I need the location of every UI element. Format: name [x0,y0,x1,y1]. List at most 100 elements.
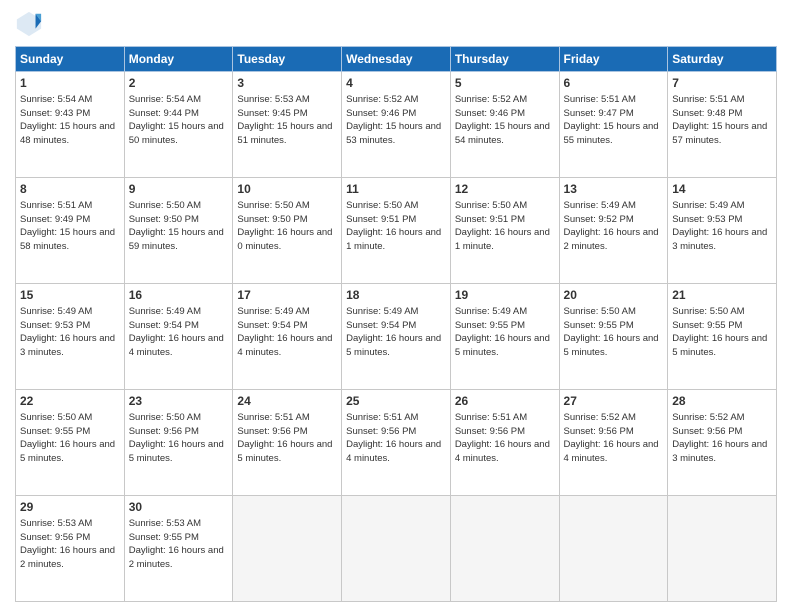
day-detail: Sunrise: 5:50 AM Sunset: 9:55 PM Dayligh… [564,305,664,360]
weekday-header-monday: Monday [124,47,233,72]
calendar-day-cell: 24Sunrise: 5:51 AM Sunset: 9:56 PM Dayli… [233,390,342,496]
calendar-day-cell: 29Sunrise: 5:53 AM Sunset: 9:56 PM Dayli… [16,496,125,602]
calendar-day-cell: 2Sunrise: 5:54 AM Sunset: 9:44 PM Daylig… [124,72,233,178]
day-detail: Sunrise: 5:51 AM Sunset: 9:56 PM Dayligh… [346,411,446,466]
day-detail: Sunrise: 5:54 AM Sunset: 9:43 PM Dayligh… [20,93,120,148]
day-detail: Sunrise: 5:52 AM Sunset: 9:46 PM Dayligh… [455,93,555,148]
day-detail: Sunrise: 5:50 AM Sunset: 9:51 PM Dayligh… [455,199,555,254]
calendar-day-cell: 23Sunrise: 5:50 AM Sunset: 9:56 PM Dayli… [124,390,233,496]
calendar-day-cell [342,496,451,602]
day-number: 1 [20,75,120,92]
calendar-day-cell: 18Sunrise: 5:49 AM Sunset: 9:54 PM Dayli… [342,284,451,390]
calendar-day-cell: 30Sunrise: 5:53 AM Sunset: 9:55 PM Dayli… [124,496,233,602]
day-number: 2 [129,75,229,92]
day-detail: Sunrise: 5:51 AM Sunset: 9:49 PM Dayligh… [20,199,120,254]
day-number: 3 [237,75,337,92]
day-detail: Sunrise: 5:49 AM Sunset: 9:54 PM Dayligh… [346,305,446,360]
calendar-day-cell: 4Sunrise: 5:52 AM Sunset: 9:46 PM Daylig… [342,72,451,178]
calendar-day-cell: 10Sunrise: 5:50 AM Sunset: 9:50 PM Dayli… [233,178,342,284]
calendar-day-cell: 8Sunrise: 5:51 AM Sunset: 9:49 PM Daylig… [16,178,125,284]
day-number: 5 [455,75,555,92]
day-number: 20 [564,287,664,304]
day-number: 18 [346,287,446,304]
calendar-header-row: SundayMondayTuesdayWednesdayThursdayFrid… [16,47,777,72]
day-detail: Sunrise: 5:50 AM Sunset: 9:50 PM Dayligh… [129,199,229,254]
day-number: 10 [237,181,337,198]
day-number: 27 [564,393,664,410]
calendar-table: SundayMondayTuesdayWednesdayThursdayFrid… [15,46,777,602]
day-detail: Sunrise: 5:51 AM Sunset: 9:56 PM Dayligh… [455,411,555,466]
day-detail: Sunrise: 5:51 AM Sunset: 9:47 PM Dayligh… [564,93,664,148]
calendar-day-cell [559,496,668,602]
calendar-day-cell: 11Sunrise: 5:50 AM Sunset: 9:51 PM Dayli… [342,178,451,284]
calendar-day-cell: 13Sunrise: 5:49 AM Sunset: 9:52 PM Dayli… [559,178,668,284]
day-number: 14 [672,181,772,198]
calendar-day-cell: 5Sunrise: 5:52 AM Sunset: 9:46 PM Daylig… [450,72,559,178]
calendar-week-row: 29Sunrise: 5:53 AM Sunset: 9:56 PM Dayli… [16,496,777,602]
day-detail: Sunrise: 5:49 AM Sunset: 9:54 PM Dayligh… [129,305,229,360]
day-number: 25 [346,393,446,410]
day-detail: Sunrise: 5:52 AM Sunset: 9:56 PM Dayligh… [672,411,772,466]
day-number: 21 [672,287,772,304]
logo [15,10,47,38]
day-number: 11 [346,181,446,198]
calendar-day-cell: 27Sunrise: 5:52 AM Sunset: 9:56 PM Dayli… [559,390,668,496]
day-number: 26 [455,393,555,410]
day-detail: Sunrise: 5:53 AM Sunset: 9:55 PM Dayligh… [129,517,229,572]
calendar-week-row: 22Sunrise: 5:50 AM Sunset: 9:55 PM Dayli… [16,390,777,496]
day-number: 4 [346,75,446,92]
weekday-header-sunday: Sunday [16,47,125,72]
day-detail: Sunrise: 5:50 AM Sunset: 9:56 PM Dayligh… [129,411,229,466]
calendar-day-cell [450,496,559,602]
calendar-day-cell: 12Sunrise: 5:50 AM Sunset: 9:51 PM Dayli… [450,178,559,284]
calendar-day-cell: 15Sunrise: 5:49 AM Sunset: 9:53 PM Dayli… [16,284,125,390]
header [15,10,777,38]
calendar-day-cell: 1Sunrise: 5:54 AM Sunset: 9:43 PM Daylig… [16,72,125,178]
day-detail: Sunrise: 5:50 AM Sunset: 9:50 PM Dayligh… [237,199,337,254]
day-detail: Sunrise: 5:50 AM Sunset: 9:51 PM Dayligh… [346,199,446,254]
day-number: 12 [455,181,555,198]
day-detail: Sunrise: 5:49 AM Sunset: 9:52 PM Dayligh… [564,199,664,254]
calendar-week-row: 1Sunrise: 5:54 AM Sunset: 9:43 PM Daylig… [16,72,777,178]
weekday-header-wednesday: Wednesday [342,47,451,72]
day-number: 28 [672,393,772,410]
calendar-day-cell: 28Sunrise: 5:52 AM Sunset: 9:56 PM Dayli… [668,390,777,496]
day-detail: Sunrise: 5:52 AM Sunset: 9:56 PM Dayligh… [564,411,664,466]
day-number: 15 [20,287,120,304]
calendar-day-cell [233,496,342,602]
calendar-day-cell: 20Sunrise: 5:50 AM Sunset: 9:55 PM Dayli… [559,284,668,390]
day-number: 19 [455,287,555,304]
weekday-header-friday: Friday [559,47,668,72]
calendar-day-cell: 16Sunrise: 5:49 AM Sunset: 9:54 PM Dayli… [124,284,233,390]
calendar-day-cell: 9Sunrise: 5:50 AM Sunset: 9:50 PM Daylig… [124,178,233,284]
day-detail: Sunrise: 5:50 AM Sunset: 9:55 PM Dayligh… [672,305,772,360]
calendar-day-cell: 17Sunrise: 5:49 AM Sunset: 9:54 PM Dayli… [233,284,342,390]
day-detail: Sunrise: 5:53 AM Sunset: 9:56 PM Dayligh… [20,517,120,572]
day-detail: Sunrise: 5:49 AM Sunset: 9:55 PM Dayligh… [455,305,555,360]
day-detail: Sunrise: 5:54 AM Sunset: 9:44 PM Dayligh… [129,93,229,148]
day-number: 8 [20,181,120,198]
calendar-week-row: 15Sunrise: 5:49 AM Sunset: 9:53 PM Dayli… [16,284,777,390]
day-detail: Sunrise: 5:49 AM Sunset: 9:54 PM Dayligh… [237,305,337,360]
day-number: 6 [564,75,664,92]
day-number: 29 [20,499,120,516]
calendar-day-cell: 14Sunrise: 5:49 AM Sunset: 9:53 PM Dayli… [668,178,777,284]
day-detail: Sunrise: 5:49 AM Sunset: 9:53 PM Dayligh… [20,305,120,360]
logo-icon [15,10,43,38]
calendar-week-row: 8Sunrise: 5:51 AM Sunset: 9:49 PM Daylig… [16,178,777,284]
day-detail: Sunrise: 5:49 AM Sunset: 9:53 PM Dayligh… [672,199,772,254]
calendar-day-cell [668,496,777,602]
calendar-day-cell: 19Sunrise: 5:49 AM Sunset: 9:55 PM Dayli… [450,284,559,390]
calendar-day-cell: 3Sunrise: 5:53 AM Sunset: 9:45 PM Daylig… [233,72,342,178]
day-number: 23 [129,393,229,410]
calendar-day-cell: 7Sunrise: 5:51 AM Sunset: 9:48 PM Daylig… [668,72,777,178]
weekday-header-thursday: Thursday [450,47,559,72]
weekday-header-tuesday: Tuesday [233,47,342,72]
day-detail: Sunrise: 5:52 AM Sunset: 9:46 PM Dayligh… [346,93,446,148]
day-detail: Sunrise: 5:53 AM Sunset: 9:45 PM Dayligh… [237,93,337,148]
day-number: 30 [129,499,229,516]
day-detail: Sunrise: 5:51 AM Sunset: 9:56 PM Dayligh… [237,411,337,466]
calendar-day-cell: 6Sunrise: 5:51 AM Sunset: 9:47 PM Daylig… [559,72,668,178]
day-detail: Sunrise: 5:51 AM Sunset: 9:48 PM Dayligh… [672,93,772,148]
calendar-day-cell: 26Sunrise: 5:51 AM Sunset: 9:56 PM Dayli… [450,390,559,496]
